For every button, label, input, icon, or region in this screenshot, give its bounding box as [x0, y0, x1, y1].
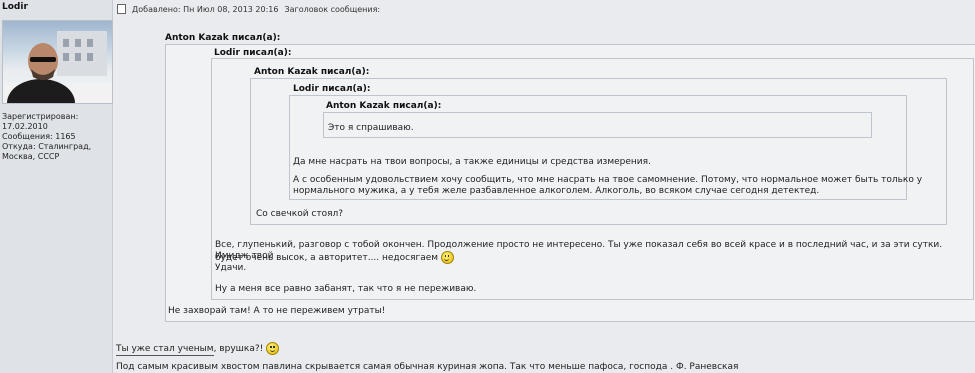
quote-1-author: Anton Kazak писал(а):	[165, 33, 281, 43]
quote-4-text-1: Да мне насрать на твои вопросы, а также …	[293, 157, 651, 167]
quote-2-text-2: Ну а меня все равно забанят, так что я н…	[215, 284, 477, 294]
author-column: Lodir Зарегистрирован: 17.02.2010 Сообще…	[0, 0, 113, 373]
post-icon[interactable]	[117, 4, 126, 14]
post-header: Добавлено: Пн Июл 08, 2013 20:16 Заголов…	[117, 4, 380, 14]
registered-label: Зарегистрирован:	[2, 112, 79, 121]
quote-1-text: Не захворай там! А то не переживем утрат…	[168, 306, 386, 316]
quote-2-author: Lodir писал(а):	[214, 48, 292, 58]
quote-4-text-2a: А с особенным удовольствием хочу сообщит…	[293, 175, 923, 185]
location-line1: Откуда: Сталинград,	[2, 142, 92, 151]
post-body: Добавлено: Пн Июл 08, 2013 20:16 Заголов…	[113, 0, 975, 373]
reply-content: Ты уже стал ученым, врушка?!	[116, 344, 264, 354]
location-line2: Москва, СССР	[2, 152, 60, 161]
quote-3-author: Anton Kazak писал(а):	[254, 67, 370, 77]
quote-3-text: Со свечкой стоял?	[256, 209, 344, 219]
quote-2-text-1b-content: будет очень высок, а авторитет.... недос…	[215, 253, 439, 263]
smiley-icon	[266, 342, 280, 355]
quote-2-text-1c: Удачи.	[215, 263, 247, 273]
author-name[interactable]: Lodir	[2, 2, 28, 12]
reply-text: Ты уже стал ученым, врушка?!	[116, 342, 280, 355]
post-subject-label: Заголовок сообщения:	[284, 4, 381, 14]
messages-count: Сообщения: 1165	[2, 132, 76, 141]
post-date: Добавлено: Пн Июл 08, 2013 20:16	[132, 4, 279, 14]
signature-divider	[116, 355, 214, 356]
quote-5-author: Anton Kazak писал(а):	[326, 101, 442, 111]
avatar	[2, 20, 113, 104]
smiley-icon	[440, 251, 454, 264]
signature-text: Под самым красивым хвостом павлина скрыв…	[116, 362, 739, 372]
quote-2-text-1b: будет очень высок, а авторитет.... недос…	[215, 251, 454, 264]
quote-4-author: Lodir писал(а):	[293, 84, 371, 94]
quote-5-text: Это я спрашиваю.	[328, 123, 414, 133]
quote-4-text-2b: нормального мужика, а у тебя желе разбав…	[293, 186, 820, 196]
avatar-image	[3, 31, 112, 103]
registered-date: 17.02.2010	[2, 122, 48, 131]
author-profile: Зарегистрирован: 17.02.2010 Сообщения: 1…	[2, 112, 91, 162]
